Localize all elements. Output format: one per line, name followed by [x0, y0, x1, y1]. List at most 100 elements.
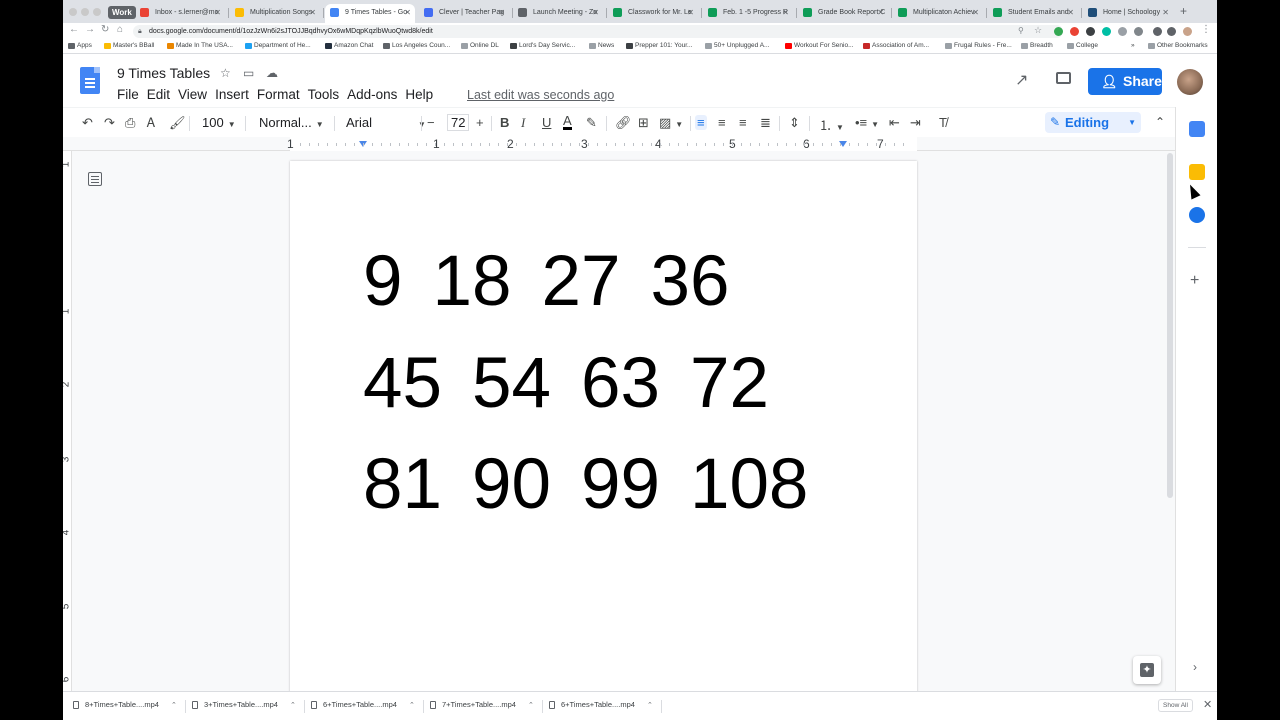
tab[interactable]: Student Emails and ✕	[988, 4, 1078, 23]
font-size-input[interactable]: 72	[447, 114, 470, 131]
tab[interactable]: Multiplication Songs ✕	[230, 4, 320, 23]
close-tab-icon[interactable]: ✕	[309, 4, 316, 21]
menu-view[interactable]: View	[178, 87, 207, 102]
download-item[interactable]: 6+Times+Table....mp4 ⌃	[311, 700, 415, 709]
print-icon[interactable]: ⎙	[125, 115, 135, 131]
extension-icon[interactable]	[1054, 27, 1063, 36]
chevron-up-icon[interactable]: ⌃	[1155, 115, 1165, 129]
close-window-button[interactable]	[69, 8, 77, 16]
back-arrow-icon[interactable]: ←	[69, 24, 79, 35]
menu-file[interactable]: File	[117, 87, 139, 102]
download-item[interactable]: 8+Times+Table....mp4 ⌃	[73, 700, 177, 709]
share-button[interactable]: 👤︎ Share	[1088, 68, 1162, 95]
tab[interactable]: Feb. 1 -5 Progress R ✕	[703, 4, 793, 23]
increase-font-size-button[interactable]: +	[476, 115, 484, 130]
calendar-icon[interactable]	[1189, 121, 1205, 137]
increase-indent-icon[interactable]: ⇥	[910, 115, 921, 131]
cloud-saved-icon[interactable]: ☁	[266, 66, 278, 80]
italic-button[interactable]: I	[521, 115, 525, 131]
tab[interactable]: Inbox - s.lerner@mc ✕	[135, 4, 225, 23]
maximize-window-button[interactable]	[93, 8, 101, 16]
line-spacing-icon[interactable]: ⇕	[789, 115, 800, 131]
link-icon[interactable]: 🔗︎	[615, 115, 632, 131]
justify-icon[interactable]: ≣	[760, 115, 771, 131]
scrollbar[interactable]	[1165, 151, 1175, 691]
download-item[interactable]: 7+Times+Table....mp4 ⌃	[430, 700, 534, 709]
paragraph-style-select[interactable]: Normal... ▼	[259, 115, 324, 130]
reload-icon[interactable]: ↻	[101, 24, 109, 35]
bookmark-item[interactable]: 50+ Unplugged A...	[705, 42, 769, 49]
chevron-up-icon[interactable]: ⌃	[528, 702, 534, 709]
close-tab-icon[interactable]: ✕	[782, 4, 789, 21]
other-bookmarks[interactable]: Other Bookmarks	[1148, 42, 1208, 49]
extension-icon[interactable]	[1134, 27, 1143, 36]
url-field[interactable]: 🔒︎ docs.google.com/document/d/1ozJzWn6i2…	[133, 25, 1063, 38]
zoom-icon[interactable]: ⚲	[1018, 26, 1024, 35]
minimize-window-button[interactable]	[81, 8, 89, 16]
redo-icon[interactable]: ↷	[104, 115, 115, 131]
bookmark-item[interactable]: Frugal Rules - Fre...	[945, 42, 1012, 49]
bold-button[interactable]: B	[500, 115, 509, 130]
chevron-up-icon[interactable]: ⌃	[647, 702, 653, 709]
close-tab-icon[interactable]: ✕	[687, 4, 694, 21]
bulleted-list-icon[interactable]: •≡ ▼	[855, 115, 879, 130]
bookmark-item[interactable]: Apps	[68, 42, 92, 49]
chevron-right-icon[interactable]: ›	[1193, 660, 1197, 674]
chevron-up-icon[interactable]: ⌃	[171, 702, 177, 709]
tab[interactable]: Launch Meeting - Zo ✕	[513, 4, 603, 23]
close-icon[interactable]: ✕	[1203, 698, 1212, 711]
tab-group-label[interactable]: Work	[108, 6, 136, 19]
scroll-thumb[interactable]	[1167, 153, 1173, 498]
close-tab-icon[interactable]: ✕	[1067, 4, 1074, 21]
zoom-select[interactable]: 100 ▼	[202, 115, 236, 130]
text-line[interactable]: 45 54 63 72	[363, 341, 799, 426]
spellcheck-icon[interactable]: Ꭺ	[147, 115, 156, 131]
bookmark-item[interactable]: Breadth	[1021, 42, 1053, 49]
paint-format-icon[interactable]: 🖌︎	[169, 115, 186, 131]
tab[interactable]: Multiplicaton Achiev ✕	[893, 4, 983, 23]
bookmark-item[interactable]: Association of Am...	[863, 42, 929, 49]
close-tab-icon[interactable]: ✕	[498, 4, 505, 21]
bookmark-item[interactable]: Online DL	[461, 42, 499, 49]
underline-button[interactable]: U	[542, 115, 551, 130]
insert-image-icon[interactable]: ▨ ▼	[659, 115, 683, 131]
get-addons-icon[interactable]: +	[1190, 272, 1199, 290]
star-icon[interactable]: ☆	[220, 66, 231, 80]
bookmark-item[interactable]: Los Angeles Coun...	[383, 42, 450, 49]
document-outline-icon[interactable]	[88, 172, 102, 186]
tab[interactable]: Clever | Teacher Pag ✕	[419, 4, 509, 23]
move-folder-icon[interactable]: ▭	[243, 66, 254, 80]
menu-addons[interactable]: Add-ons	[347, 87, 397, 102]
ruler-track[interactable]: 11234567	[287, 137, 917, 151]
extension-icon[interactable]	[1070, 27, 1079, 36]
tab[interactable]: Classwork for Mr. Le ✕	[608, 4, 698, 23]
more-vert-icon[interactable]: ⋮	[1201, 24, 1211, 35]
close-tab-icon[interactable]: ✕	[1162, 4, 1169, 21]
bookmark-item[interactable]: Lord's Day Servic...	[510, 42, 575, 49]
show-all-downloads-button[interactable]: Show All	[1158, 699, 1193, 712]
bookmark-item[interactable]: College	[1067, 42, 1098, 49]
tab[interactable]: Home | Schoology ✕	[1083, 4, 1173, 23]
close-tab-icon[interactable]: ✕	[592, 4, 599, 21]
profile-icon[interactable]	[1183, 27, 1192, 36]
decrease-indent-icon[interactable]: ⇤	[889, 115, 900, 131]
align-center-icon[interactable]: ≡	[718, 115, 726, 130]
tab[interactable]: 9 Times Tables - Go ✕	[325, 4, 415, 23]
forward-arrow-icon[interactable]: →	[85, 24, 95, 35]
tasks-icon[interactable]	[1189, 207, 1205, 223]
bookmark-item[interactable]: Department of He...	[245, 42, 311, 49]
highlight-icon[interactable]: ✎	[586, 115, 597, 131]
bookmark-item[interactable]: Workout For Senio...	[785, 42, 854, 49]
document-page[interactable]: 9 18 27 36 45 54 63 72 81 90 99 108	[290, 161, 917, 701]
editing-mode-select[interactable]: ✎ Editing ▼	[1045, 112, 1141, 133]
home-icon[interactable]: ⌂	[117, 24, 123, 35]
bookmark-item[interactable]: News	[589, 42, 614, 49]
font-select[interactable]: Arial▼	[346, 115, 426, 130]
text-line[interactable]: 81 90 99 108	[363, 442, 838, 527]
undo-icon[interactable]: ↶	[82, 115, 93, 131]
activity-dashboard-icon[interactable]: ↗	[1015, 70, 1028, 90]
extension-icon[interactable]	[1118, 27, 1127, 36]
bookmark-star-icon[interactable]: ☆	[1034, 25, 1042, 36]
bookmark-item[interactable]: Prepper 101: Your...	[626, 42, 692, 49]
last-edit-link[interactable]: Last edit was seconds ago	[467, 88, 614, 102]
